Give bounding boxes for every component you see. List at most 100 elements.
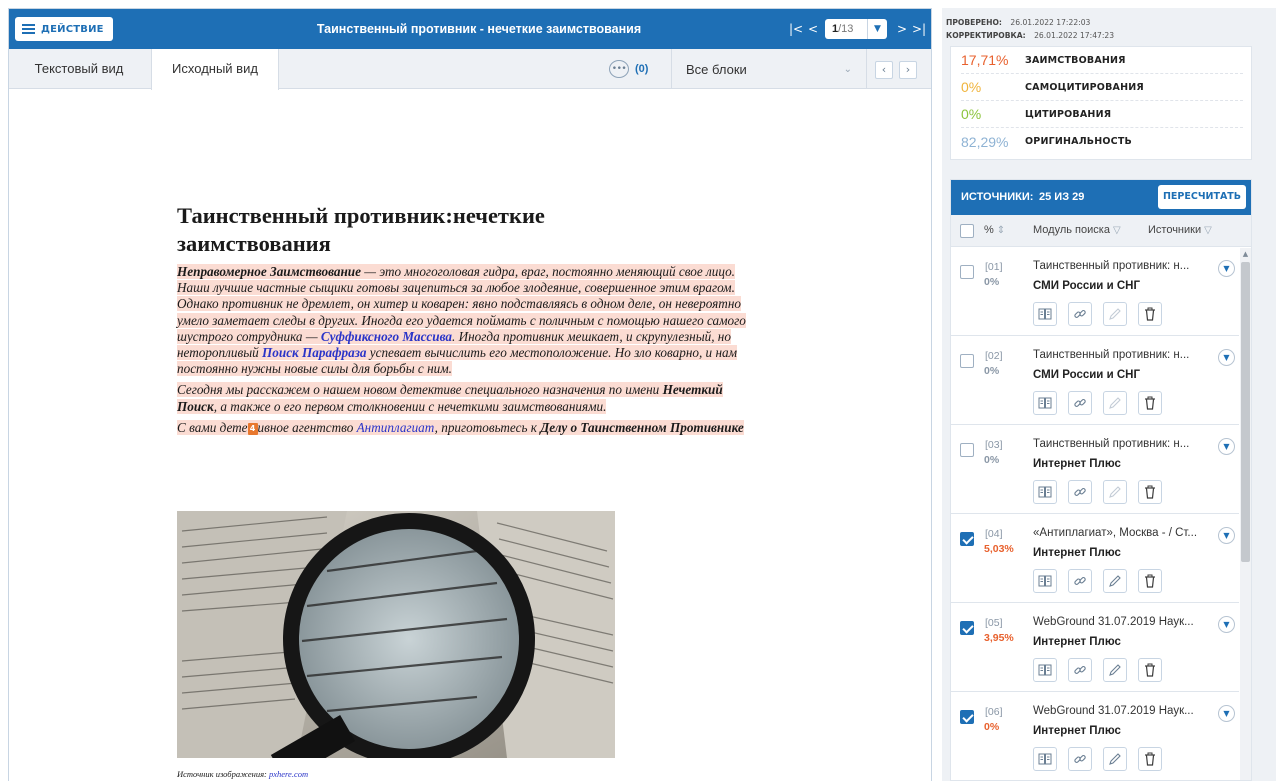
chevron-down-icon[interactable]: ▼ [1218, 260, 1235, 277]
sources-scrollbar[interactable]: ▲ [1240, 248, 1251, 780]
pencil-icon[interactable] [1103, 569, 1127, 593]
tab-source-view[interactable]: Исходный вид [151, 49, 279, 90]
source-item[interactable]: [01] 0% Таинственный противник: н... СМИ Ро… [951, 248, 1239, 336]
document-viewer: Таинственный противник:нечеткие заимство… [9, 90, 931, 781]
source-checkbox[interactable] [960, 443, 974, 457]
chevron-down-icon[interactable]: ▼ [1218, 438, 1235, 455]
score-label: САМОЦИТИРОВАНИЯ [1025, 81, 1144, 93]
comments-button[interactable]: ••• (0) [609, 60, 648, 78]
next-page-button[interactable]: > [897, 21, 907, 37]
chevron-down-icon: ⌄ [843, 63, 852, 75]
recalculate-button[interactable]: ПЕРЕСЧИТАТЬ [1158, 185, 1246, 209]
document-heading: Таинственный противник:нечеткие заимство… [177, 203, 545, 256]
source-item[interactable]: [03] 0% Таинственный противник: н... Интерн… [951, 426, 1239, 514]
source-item[interactable]: [06] 0% WebGround 31.07.2019 Наук... Интерн… [951, 693, 1239, 780]
action-menu-button[interactable]: ДЕЙСТВИЕ [15, 17, 113, 41]
column-module[interactable]: Модуль поиска ▽ [1033, 224, 1121, 236]
link-icon[interactable] [1068, 658, 1092, 682]
trash-icon[interactable] [1138, 569, 1162, 593]
score-value: 0% [961, 106, 982, 122]
trash-icon[interactable] [1138, 391, 1162, 415]
score-value: 0% [961, 79, 982, 95]
term-case: Делу о Таинственном Противнике [540, 419, 744, 435]
link-icon[interactable] [1068, 569, 1092, 593]
document-body: Неправомерное Заимствование — это многог… [177, 264, 753, 441]
source-checkbox[interactable] [960, 354, 974, 368]
source-name[interactable]: Таинственный противник: н... [1033, 260, 1209, 272]
page-indicator: 1/13 [825, 23, 867, 35]
source-marker[interactable]: 4 [247, 422, 258, 435]
pencil-icon[interactable] [1103, 391, 1127, 415]
chevron-down-icon[interactable]: ▼ [1218, 705, 1235, 722]
source-name[interactable]: WebGround 31.07.2019 Наук... [1033, 705, 1209, 717]
link-icon[interactable] [1068, 391, 1092, 415]
sources-column-header: % ⇕ Модуль поиска ▽ Источники ▽ [951, 215, 1251, 247]
borrowed-highlight[interactable]: Неправомерное Заимствование — это многог… [177, 264, 746, 377]
hamburger-icon [22, 24, 35, 34]
prev-block-button[interactable]: ‹ [875, 61, 893, 79]
book-icon[interactable] [1033, 480, 1057, 504]
link-suffix-array[interactable]: Суффиксного Массива [321, 329, 452, 344]
source-item[interactable]: [04] 5,03% «Антиплагиат», Москва - / Ст...… [951, 515, 1239, 603]
source-name[interactable]: «Антиплагиат», Москва - / Ст... [1033, 527, 1209, 539]
source-checkbox[interactable] [960, 532, 974, 546]
page-selector[interactable]: 1/13 ▼ [825, 19, 887, 39]
scroll-up-arrow[interactable]: ▲ [1240, 248, 1251, 260]
sources-count: 25 ИЗ 29 [1039, 191, 1085, 203]
source-percent: 3,95% [984, 632, 1014, 644]
source-name[interactable]: Таинственный противник: н... [1033, 349, 1209, 361]
book-icon[interactable] [1033, 302, 1057, 326]
prev-page-button[interactable]: < [808, 21, 818, 37]
tab-text-view[interactable]: Текстовый вид [9, 49, 149, 89]
trash-icon[interactable] [1138, 302, 1162, 326]
pencil-icon[interactable] [1103, 658, 1127, 682]
link-icon[interactable] [1068, 747, 1092, 771]
chevron-down-icon[interactable]: ▼ [1218, 349, 1235, 366]
funnel-icon: ▽ [1204, 225, 1212, 236]
blocks-select[interactable]: Все блоки ⌄ [671, 49, 867, 89]
source-checkbox[interactable] [960, 710, 974, 724]
pencil-icon[interactable] [1103, 480, 1127, 504]
scroll-thumb[interactable] [1241, 262, 1250, 562]
book-icon[interactable] [1033, 569, 1057, 593]
source-index: [02] [985, 350, 1003, 362]
link-paraphrase-search[interactable]: Поиск Парафраза [262, 345, 366, 360]
link-icon[interactable] [1068, 302, 1092, 326]
pencil-icon[interactable] [1103, 747, 1127, 771]
borrowed-highlight[interactable]: С вами дете 4 ивное агентство Антиплагиат,… [177, 419, 744, 435]
source-item[interactable]: [02] 0% Таинственный противник: н... СМИ Ро… [951, 337, 1239, 425]
column-sources[interactable]: Источники ▽ [1148, 224, 1212, 236]
paragraph-2: Сегодня мы расскажем о нашем новом детек… [177, 382, 753, 414]
caption-link[interactable]: pxhere.com [269, 769, 308, 779]
source-name[interactable]: Таинственный противник: н... [1033, 438, 1209, 450]
trash-icon[interactable] [1138, 480, 1162, 504]
book-icon[interactable] [1033, 658, 1057, 682]
trash-icon[interactable] [1138, 747, 1162, 771]
score-label: ЦИТИРОВАНИЯ [1025, 108, 1112, 120]
funnel-icon: ▽ [1112, 225, 1121, 236]
score-value: 82,29% [961, 133, 1009, 150]
book-icon[interactable] [1033, 391, 1057, 415]
column-percent[interactable]: % ⇕ [984, 224, 1005, 236]
magnifier-illustration [177, 511, 615, 758]
last-page-button[interactable]: >| [912, 21, 926, 37]
score-row-citations: 0% ЦИТИРОВАНИЯ [961, 101, 1243, 128]
borrowed-highlight[interactable]: Сегодня мы расскажем о нашем новом детек… [177, 382, 723, 414]
chevron-down-icon[interactable]: ▼ [1218, 527, 1235, 544]
source-percent: 0% [984, 365, 1000, 377]
source-checkbox[interactable] [960, 621, 974, 635]
book-icon[interactable] [1033, 747, 1057, 771]
link-antiplagiat[interactable]: Антиплагиат [357, 420, 435, 435]
source-percent: 0% [984, 454, 1000, 466]
trash-icon[interactable] [1138, 658, 1162, 682]
chevron-down-icon[interactable]: ▼ [1218, 616, 1235, 633]
select-all-checkbox[interactable] [960, 224, 974, 238]
source-name[interactable]: WebGround 31.07.2019 Наук... [1033, 616, 1209, 628]
link-icon[interactable] [1068, 480, 1092, 504]
source-item[interactable]: [05] 3,95% WebGround 31.07.2019 Наук... Инт… [951, 604, 1239, 692]
pencil-icon[interactable] [1103, 302, 1127, 326]
score-label: ЗАИМСТВОВАНИЯ [1025, 54, 1126, 66]
next-block-button[interactable]: › [899, 61, 917, 79]
source-checkbox[interactable] [960, 265, 974, 279]
first-page-button[interactable]: |< [789, 21, 803, 37]
